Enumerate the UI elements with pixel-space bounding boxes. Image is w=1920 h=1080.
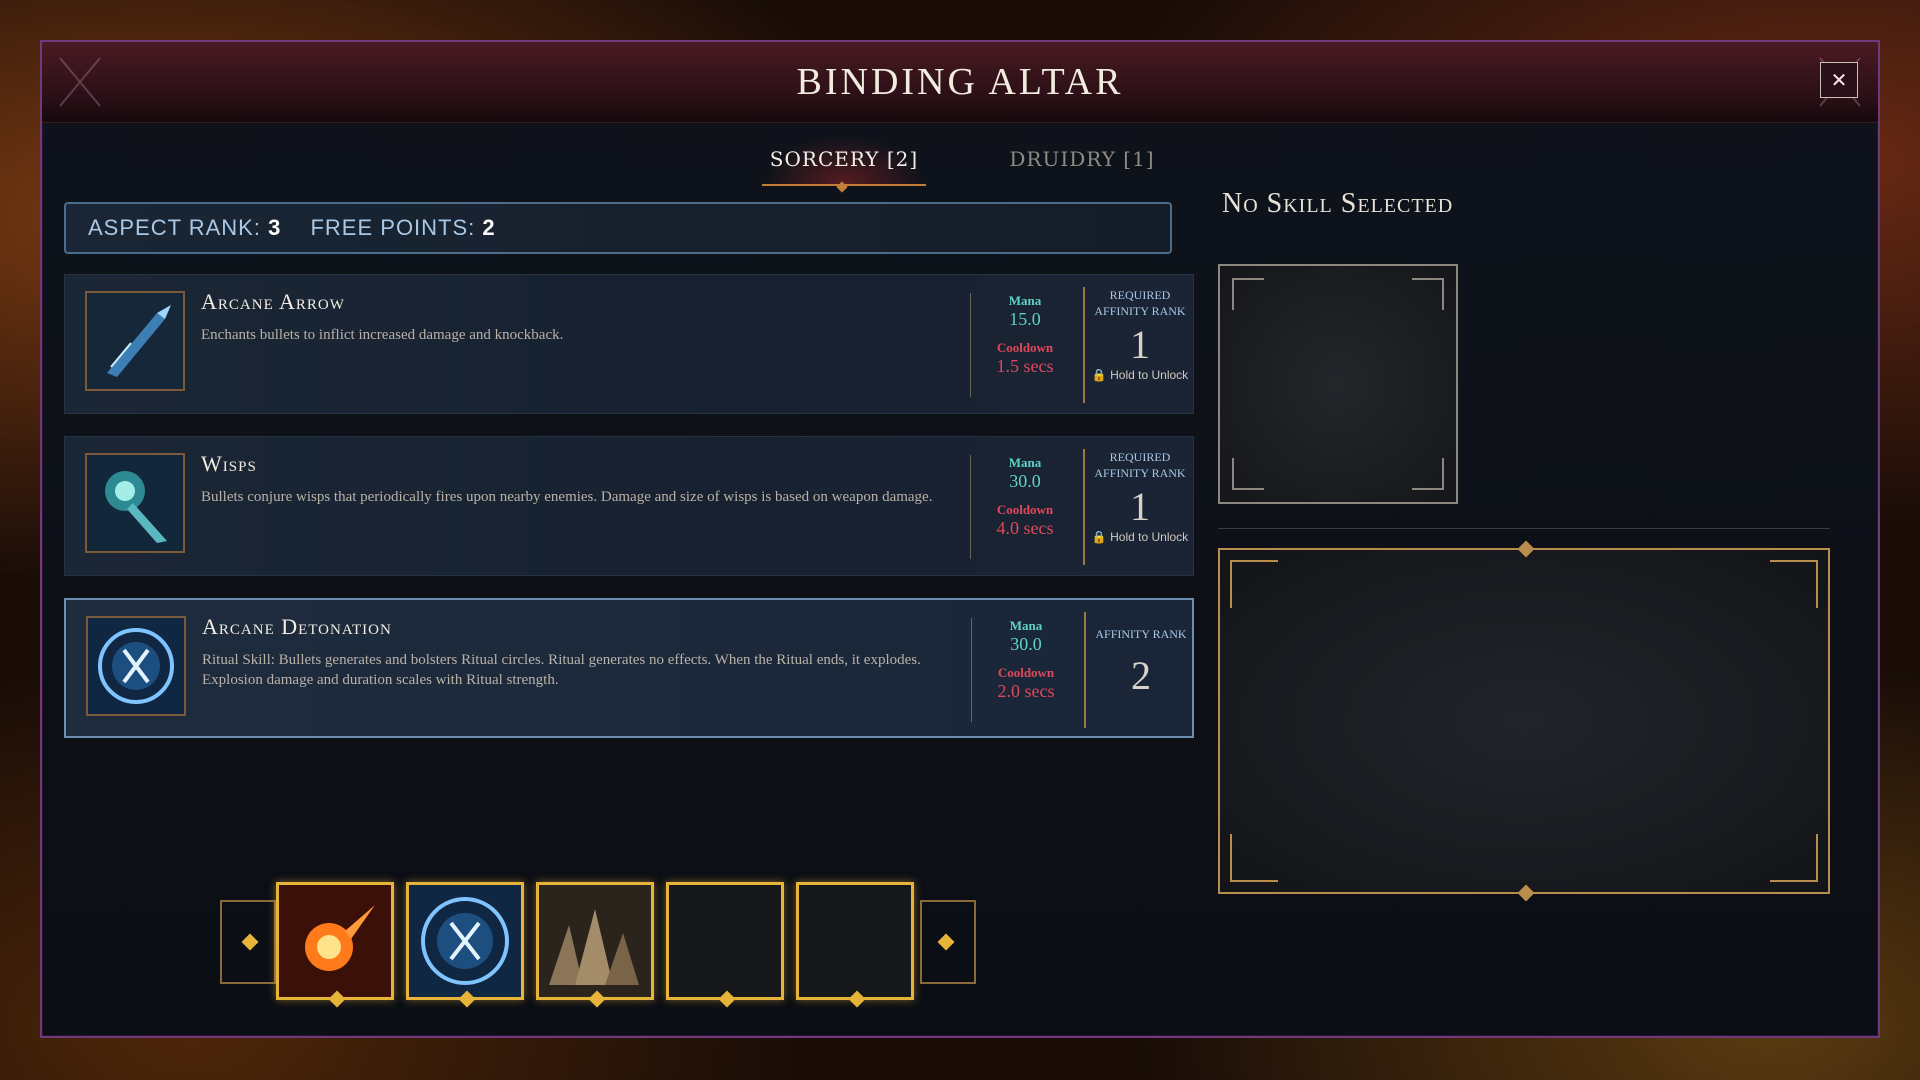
cooldown-value: 4.0 secs	[996, 518, 1054, 538]
affinity-block: AFFINITY RANK 2	[1086, 626, 1196, 699]
mana-value: 30.0	[1009, 471, 1041, 491]
skill-row-wisps[interactable]: Wisps Bullets conjure wisps that periodi…	[64, 436, 1194, 576]
affinity-block[interactable]: REQUIRED AFFINITY RANK 1 🔒 Hold to Unloc…	[1085, 287, 1195, 382]
free-points-value: 2	[482, 215, 496, 240]
cooldown-label: Cooldown	[996, 340, 1054, 355]
window-title: BINDING ALTAR	[796, 61, 1124, 103]
arcane-detonation-icon	[409, 885, 521, 997]
skill-description: Enchants bullets to inflict increased da…	[201, 327, 564, 343]
affinity-label: REQUIRED AFFINITY RANK	[1094, 288, 1186, 318]
gem-ornament	[848, 990, 866, 1008]
fireball-icon	[279, 885, 391, 997]
mana-label: Mana	[1008, 293, 1042, 308]
tab-bar: SORCERY [2] DRUIDRY [1]	[42, 134, 1878, 194]
skill-name: Arcane Detonation	[202, 614, 392, 639]
frame-corner	[1770, 560, 1818, 608]
mana-value: 15.0	[1009, 309, 1041, 329]
affinity-block[interactable]: REQUIRED AFFINITY RANK 1 🔒 Hold to Unloc…	[1085, 449, 1195, 544]
skill-description: Ritual Skill: Bullets generates and bols…	[202, 652, 921, 688]
detail-title: No Skill Selected	[1222, 188, 1454, 219]
frame-corner	[1230, 560, 1278, 608]
earth-spikes-icon	[539, 885, 651, 997]
hotbar-slot-1[interactable]	[276, 882, 394, 1008]
skill-name: Arcane Arrow	[201, 289, 345, 314]
gem-ornament	[718, 990, 736, 1008]
hold-to-unlock[interactable]: 🔒 Hold to Unlock	[1085, 368, 1195, 382]
cooldown-value: 2.0 secs	[997, 681, 1055, 701]
cooldown-label: Cooldown	[996, 502, 1054, 517]
tab-sorcery[interactable]: SORCERY [2]	[762, 134, 926, 186]
cooldown-value: 1.5 secs	[996, 356, 1054, 376]
affinity-label: AFFINITY RANK	[1095, 627, 1187, 641]
affinity-rank-value: 1	[1130, 484, 1150, 529]
frame-corner	[1770, 834, 1818, 882]
skill-preview-frame	[1218, 264, 1458, 504]
divider	[1218, 528, 1830, 529]
affinity-label: REQUIRED AFFINITY RANK	[1094, 450, 1186, 480]
rank-bar: ASPECT RANK: 3 FREE POINTS: 2	[64, 202, 1172, 254]
close-icon: ✕	[1830, 68, 1848, 92]
hotbar-endcap	[920, 900, 976, 984]
frame-corner	[1232, 458, 1264, 490]
affinity-rank-value: 2	[1131, 653, 1151, 698]
cooldown-label: Cooldown	[997, 665, 1055, 680]
aspect-rank-label: ASPECT RANK:	[88, 215, 261, 240]
gem-ornament	[1517, 540, 1535, 558]
frame-corner	[1230, 834, 1278, 882]
arcane-arrow-icon	[85, 291, 185, 391]
skill-row-arcane-arrow[interactable]: Arcane Arrow Enchants bullets to inflict…	[64, 274, 1194, 414]
lock-icon: 🔒	[1091, 368, 1107, 382]
hotbar-slot-2[interactable]	[406, 882, 524, 1008]
skill-hotbar	[212, 878, 976, 1008]
skill-stats: Mana 30.0 Cooldown 4.0 secs	[975, 455, 1075, 549]
wisps-icon	[85, 453, 185, 553]
skill-description: Bullets conjure wisps that periodically …	[201, 489, 933, 505]
gem-ornament	[937, 933, 955, 951]
mana-value: 30.0	[1010, 634, 1042, 654]
hotbar-slot-4[interactable]	[666, 882, 784, 1008]
free-points-label: FREE POINTS:	[310, 215, 476, 240]
hotbar-slot-3[interactable]	[536, 882, 654, 1008]
skill-stats: Mana 30.0 Cooldown 2.0 secs	[976, 618, 1076, 712]
frame-corner	[1412, 458, 1444, 490]
frame-corner	[1232, 278, 1264, 310]
hold-to-unlock-label: Hold to Unlock	[1110, 530, 1189, 544]
hotbar-endcap	[220, 900, 276, 984]
tab-druidry[interactable]: DRUIDRY [1]	[1002, 134, 1162, 184]
hotbar-slot-5[interactable]	[796, 882, 914, 1008]
gem-ornament	[1517, 884, 1535, 902]
divider	[970, 455, 971, 559]
hold-to-unlock-label: Hold to Unlock	[1110, 368, 1189, 382]
close-button[interactable]: ✕	[1820, 62, 1858, 98]
divider	[971, 618, 972, 722]
arcane-detonation-icon	[86, 616, 186, 716]
affinity-rank-value: 1	[1130, 322, 1150, 367]
mana-label: Mana	[1009, 618, 1043, 633]
skill-detail-frame	[1218, 540, 1830, 902]
hold-to-unlock[interactable]: 🔒 Hold to Unlock	[1085, 530, 1195, 544]
aspect-rank-value: 3	[268, 215, 282, 240]
skill-name: Wisps	[201, 451, 257, 476]
skill-stats: Mana 15.0 Cooldown 1.5 secs	[975, 293, 1075, 387]
lock-icon: 🔒	[1091, 530, 1107, 544]
divider	[970, 293, 971, 397]
skill-row-arcane-detonation[interactable]: Arcane Detonation Ritual Skill: Bullets …	[64, 598, 1194, 738]
binding-altar-window: BINDING ALTAR ✕ SORCERY [2] DRUIDRY [1] …	[40, 40, 1880, 1038]
mana-label: Mana	[1008, 455, 1042, 470]
frame-corner	[1412, 278, 1444, 310]
title-bar: BINDING ALTAR ✕	[42, 42, 1878, 123]
gem-ornament	[241, 933, 259, 951]
